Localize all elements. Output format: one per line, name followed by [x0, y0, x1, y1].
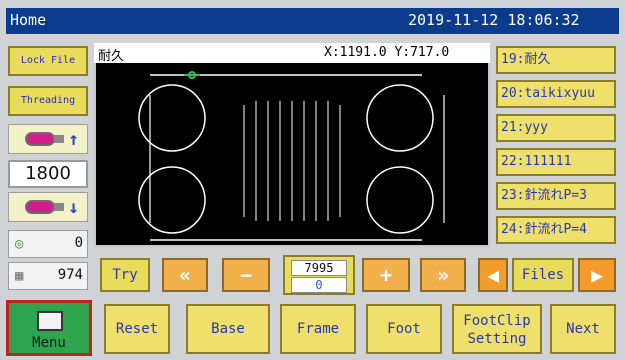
reset-button[interactable]: Reset — [104, 304, 170, 354]
datetime: 2019-11-12 18:06:32 — [408, 11, 580, 29]
file-item-21[interactable]: 21:yyy — [496, 114, 616, 142]
spool-icon — [25, 132, 64, 146]
down-arrow-icon: ↓ — [68, 197, 79, 218]
speed-down-button[interactable]: ↓ — [8, 192, 88, 222]
stitch-counter[interactable]: ▦ 974 — [8, 262, 88, 290]
base-button[interactable]: Base — [186, 304, 270, 354]
step-back-button[interactable]: − — [222, 258, 270, 292]
next-button[interactable]: Next — [550, 304, 616, 354]
title: Home — [10, 11, 47, 29]
spool-icon — [25, 200, 64, 214]
foot-button[interactable]: Foot — [366, 304, 442, 354]
speed-up-button[interactable]: ↑ — [8, 124, 88, 154]
lock-file-button[interactable]: Lock File — [8, 46, 88, 76]
fast-back-button[interactable]: « — [162, 258, 208, 292]
stitch-position-display: 7995 0 — [283, 255, 355, 295]
bobbin-count: 0 — [74, 235, 83, 251]
canvas-header: 耐久 X:1191.0 Y:717.0 — [94, 43, 490, 64]
monitor-icon — [37, 311, 63, 331]
fast-forward-button[interactable]: » — [420, 258, 466, 292]
pattern-canvas[interactable] — [94, 43, 490, 247]
bobbin-counter[interactable]: ◎ 0 — [8, 230, 88, 258]
try-button[interactable]: Try — [100, 258, 150, 292]
file-item-20[interactable]: 20:taikixyuu — [496, 80, 616, 108]
up-arrow-icon: ↑ — [68, 129, 79, 150]
stitch-count: 974 — [57, 267, 83, 283]
pattern-drawing — [96, 45, 488, 245]
file-item-23[interactable]: 23:針流れP=3 — [496, 182, 616, 210]
sewing-controller-screen: Home 2019-11-12 18:06:32 Lock File Threa… — [0, 0, 625, 360]
coordinates: X:1191.0 Y:717.0 — [324, 45, 450, 60]
file-item-22[interactable]: 22:111111 — [496, 148, 616, 176]
stitch-total: 7995 — [291, 260, 347, 276]
bobbin-icon: ◎ — [15, 236, 24, 252]
files-next-button[interactable]: ▶ — [578, 258, 616, 292]
file-item-19[interactable]: 19:耐久 — [496, 46, 616, 74]
pattern-name: 耐久 — [98, 49, 125, 64]
frame-button[interactable]: Frame — [280, 304, 356, 354]
file-item-24[interactable]: 24:針流れP=4 — [496, 216, 616, 244]
step-forward-button[interactable]: + — [362, 258, 410, 292]
files-prev-button[interactable]: ◀ — [478, 258, 508, 292]
files-button[interactable]: Files — [512, 258, 574, 292]
titlebar: Home 2019-11-12 18:06:32 — [6, 8, 619, 34]
stitch-current: 0 — [291, 277, 347, 293]
menu-label: Menu — [32, 335, 66, 351]
speed-value: 1800 — [8, 160, 88, 188]
grid-icon: ▦ — [15, 268, 24, 284]
footclip-setting-button[interactable]: FootClip Setting — [452, 304, 542, 354]
menu-button[interactable]: Menu — [6, 300, 92, 356]
threading-button[interactable]: Threading — [8, 86, 88, 116]
